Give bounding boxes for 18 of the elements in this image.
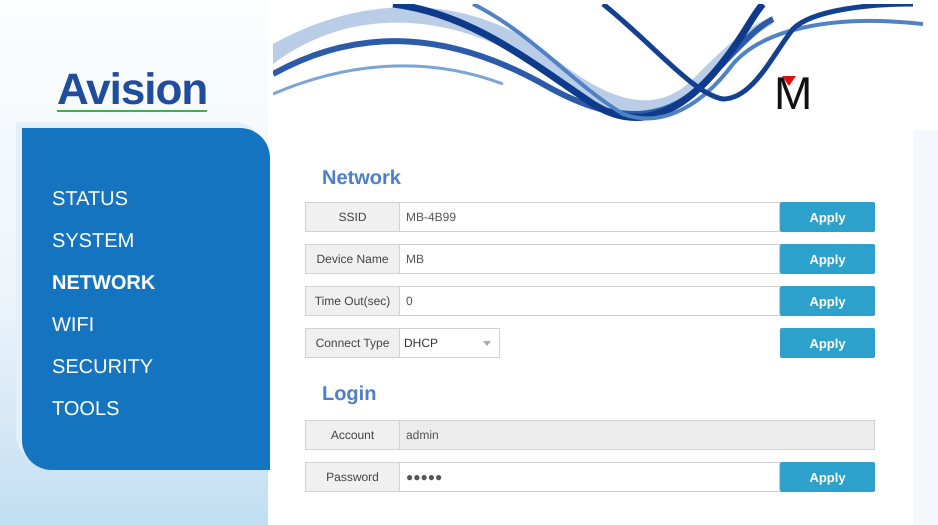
apply-button[interactable]: Apply [780,462,875,492]
nav-link[interactable]: TOOLS [52,394,120,436]
caret-icon [483,340,491,346]
brand-mark: M [774,70,812,116]
apply-button[interactable]: Apply [780,244,875,274]
nav-link[interactable]: SYSTEM [52,226,134,268]
dropdown[interactable]: DHCP [400,329,499,357]
nav-link[interactable]: SECURITY [52,352,154,394]
apply-button[interactable]: Apply [780,286,875,316]
apply-button[interactable]: Apply [780,202,875,232]
field-label: Connect Type [306,329,400,357]
apply-button[interactable]: Apply [780,328,875,358]
nav-link[interactable]: NETWORK [52,268,156,310]
section-title: Login [322,382,378,406]
nav-link[interactable]: STATUS [52,184,128,226]
nav-link[interactable]: WIFI [52,310,94,352]
section-title: Network [322,166,402,190]
brand-logo: Avision [57,70,208,112]
